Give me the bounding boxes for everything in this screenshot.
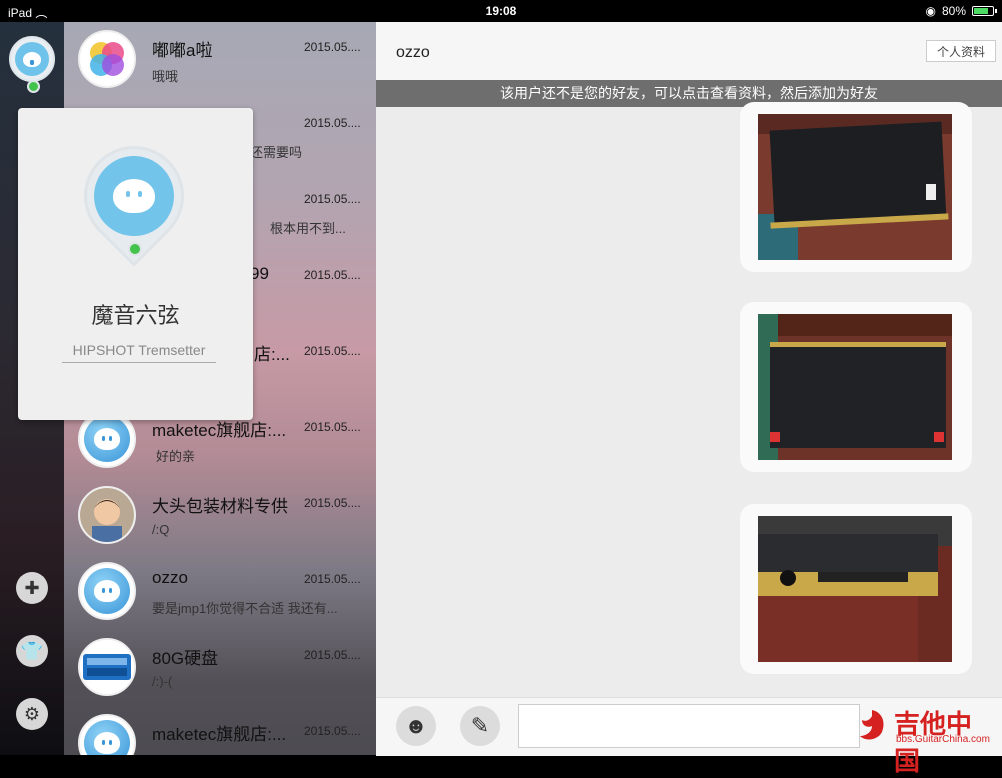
last-message: 哦哦 [152,69,179,84]
contact-name: maketec旗舰店:... [152,725,287,744]
theme-button[interactable]: 👕 [16,635,48,667]
device-front-photo[interactable] [758,516,952,662]
message-date: 2015.05.... [304,40,361,54]
profile-name: 魔音六弦 [91,303,180,328]
child-photo [78,486,136,544]
message-date: 2015.05.... [304,496,361,510]
list-item[interactable]: maketec旗舰店:... 2015.05.... [64,706,376,755]
watermark-url: bbs.GuitarChina.com [896,734,990,745]
online-status-dot [27,80,40,93]
message-date: 2015.05.... [304,724,361,738]
battery-icon [972,6,997,16]
profile-avatar [63,125,205,267]
qq-icon [113,179,155,213]
profile-signature[interactable]: HIPSHOT Tremsetter [62,342,216,363]
input-bar: ☻ ✎ 吉他中国 bbs.GuitarChina.com [376,697,1002,776]
message-date: 2015.05.... [304,192,361,206]
battery-status: ◉ 80% [925,4,997,18]
contact-name: 嘟嘟a啦 [152,41,213,60]
list-item[interactable]: 80G硬盘 2015.05.... /:)-( [64,630,376,706]
qq-icon [94,428,120,450]
emoji-button[interactable]: ☻ [396,706,436,746]
my-avatar[interactable] [9,36,55,82]
contact-name: 店:... [254,345,290,364]
edit-note-icon: ✎ [470,713,490,738]
contact-name: ozzo [152,568,188,587]
shirt-icon: 👕 [20,640,44,661]
lobster-logo-icon [860,710,884,740]
qq-icon [94,732,120,754]
clock: 19:08 [485,4,517,18]
qq-icon [23,51,41,67]
last-message: /:Q [152,522,170,537]
list-item[interactable]: 大头包装材料专供 2015.05.... /:Q [64,478,376,554]
message-date: 2015.05.... [304,268,361,282]
black-device-photo-2[interactable] [758,314,952,460]
contact-avatar [78,562,136,620]
settings-button[interactable]: ⚙ [16,698,48,730]
smiley-icon: ☻ [404,713,428,738]
chat-header: ozzo 个人资料 [376,22,1002,81]
contact-name: 大头包装材料专供 [152,497,288,516]
online-status-dot [128,242,142,256]
last-message: 要是jmp1你觉得不合适 我还有... [152,601,338,616]
contact-name: 80G硬盘 [152,649,219,668]
message-bubble[interactable] [740,302,972,472]
list-item[interactable]: ozzo 2015.05.... 要是jmp1你觉得不合适 我还有... [64,554,376,630]
more-button[interactable]: ✎ [460,706,500,746]
last-message: /:)-( [152,674,173,689]
battery-percent: 80% [941,4,966,18]
profile-popover: 魔音六弦 HIPSHOT Tremsetter [18,108,253,420]
profile-button[interactable]: 个人资料 [926,40,996,62]
chat-title: ozzo [396,44,430,61]
last-message: 根本用不到... [270,221,346,236]
chat-add-button[interactable]: ✚ [16,572,48,604]
message-date: 2015.05.... [304,344,361,358]
message-bubble[interactable] [740,504,972,674]
gear-icon: ⚙ [23,703,41,724]
qq-icon [94,580,120,602]
orientation-lock-icon: ◉ [925,4,936,18]
message-date: 2015.05.... [304,116,361,130]
blue-badge [78,638,136,696]
message-bubble[interactable] [740,102,972,272]
list-item[interactable]: 嘟嘟a啦 2015.05.... 哦哦 [64,22,376,98]
message-date: 2015.05.... [304,420,361,434]
chat-panel: ozzo 个人资料 该用户还不是您的好友，可以点击查看资料，然后添加为好友 ☻ … [376,22,1002,776]
black-device-photo-1[interactable] [758,114,952,260]
message-date: 2015.05.... [304,572,361,586]
watermark: 吉他中国 bbs.GuitarChina.com [852,702,992,776]
message-date: 2015.05.... [304,648,361,662]
last-message: 还需要吗 [250,145,303,160]
last-message: 好的亲 [156,449,196,464]
status-bar: iPad ︵ 19:08 ◉ 80% [0,0,1002,22]
chat-add-icon: ✚ [24,577,40,598]
game-center-icon [78,30,136,88]
contact-avatar [78,714,136,755]
message-input[interactable] [518,704,860,748]
